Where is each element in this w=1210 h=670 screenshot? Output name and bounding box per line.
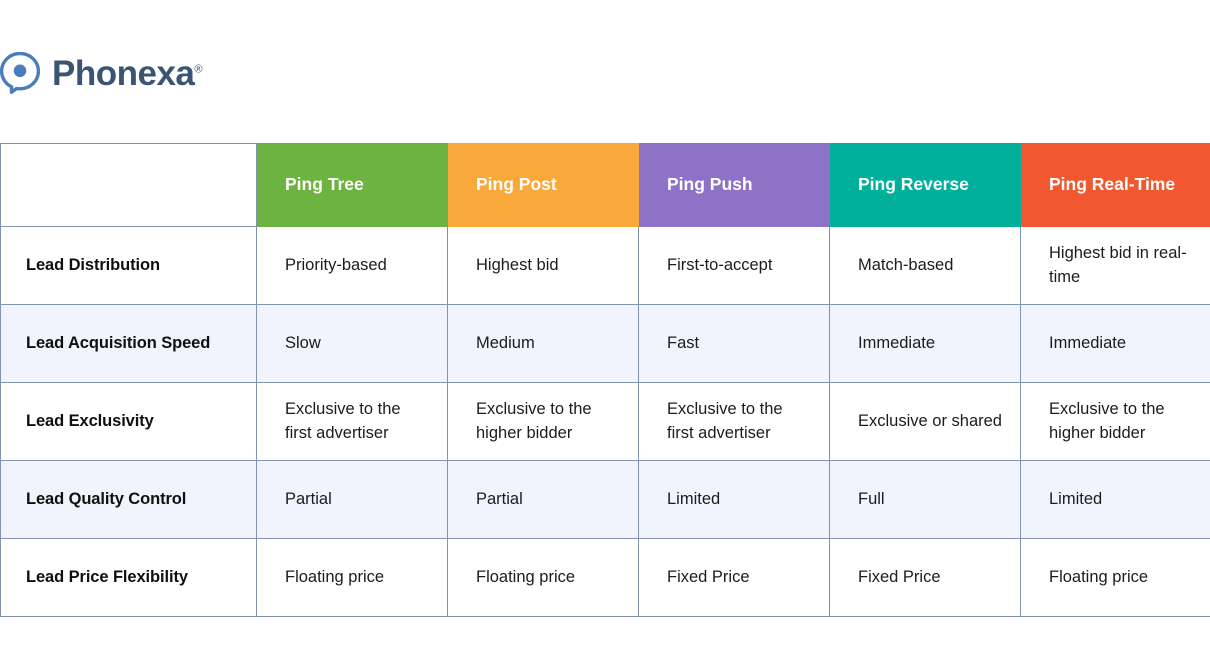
table-row: Lead Price Flexibility Floating price Fl…: [0, 538, 1210, 617]
cell-lead-acquisition-speed-ping-reverse: Immediate: [829, 304, 1021, 383]
corner-header-cell: [0, 143, 257, 227]
table-header: Ping Tree Ping Post Ping Push Ping Rever…: [0, 143, 1210, 227]
cell-lead-distribution-ping-tree: Priority-based: [256, 226, 448, 305]
cell-lead-acquisition-speed-ping-push: Fast: [638, 304, 830, 383]
brand-logo: Phonexa®: [0, 46, 203, 100]
cell-lead-acquisition-speed-ping-real-time: Immediate: [1020, 304, 1210, 383]
table-row: Lead Distribution Priority-based Highest…: [0, 226, 1210, 305]
column-header-ping-push: Ping Push: [638, 143, 830, 227]
comparison-table-container: Ping Tree Ping Post Ping Push Ping Rever…: [0, 143, 1210, 617]
cell-lead-exclusivity-ping-push: Exclusive to the first advertiser: [638, 382, 830, 461]
cell-lead-exclusivity-ping-post: Exclusive to the higher bidder: [447, 382, 639, 461]
cell-lead-quality-control-ping-tree: Partial: [256, 460, 448, 539]
row-label-lead-price-flexibility: Lead Price Flexibility: [0, 538, 257, 617]
column-header-ping-post: Ping Post: [447, 143, 639, 227]
cell-lead-price-flexibility-ping-reverse: Fixed Price: [829, 538, 1021, 617]
table-body: Lead Distribution Priority-based Highest…: [0, 226, 1210, 617]
ping-types-comparison-table: Ping Tree Ping Post Ping Push Ping Rever…: [0, 143, 1210, 617]
cell-lead-distribution-ping-real-time: Highest bid in real-time: [1020, 226, 1210, 305]
cell-lead-acquisition-speed-ping-tree: Slow: [256, 304, 448, 383]
brand-name: Phonexa: [52, 53, 195, 93]
table-row: Lead Quality Control Partial Partial Lim…: [0, 460, 1210, 539]
cell-lead-exclusivity-ping-real-time: Exclusive to the higher bidder: [1020, 382, 1210, 461]
column-header-ping-tree: Ping Tree: [256, 143, 448, 227]
cell-lead-distribution-ping-push: First-to-accept: [638, 226, 830, 305]
cell-lead-acquisition-speed-ping-post: Medium: [447, 304, 639, 383]
table-row: Lead Acquisition Speed Slow Medium Fast …: [0, 304, 1210, 383]
brand-wordmark: Phonexa®: [52, 56, 203, 91]
cell-lead-distribution-ping-reverse: Match-based: [829, 226, 1021, 305]
phonexa-pin-icon: [0, 52, 40, 94]
cell-lead-exclusivity-ping-tree: Exclusive to the first advertiser: [256, 382, 448, 461]
column-header-ping-real-time: Ping Real-Time: [1020, 143, 1210, 227]
table-header-row: Ping Tree Ping Post Ping Push Ping Rever…: [0, 143, 1210, 227]
row-label-lead-exclusivity: Lead Exclusivity: [0, 382, 257, 461]
cell-lead-price-flexibility-ping-tree: Floating price: [256, 538, 448, 617]
cell-lead-quality-control-ping-real-time: Limited: [1020, 460, 1210, 539]
row-label-lead-distribution: Lead Distribution: [0, 226, 257, 305]
cell-lead-quality-control-ping-reverse: Full: [829, 460, 1021, 539]
cell-lead-exclusivity-ping-reverse: Exclusive or shared: [829, 382, 1021, 461]
cell-lead-quality-control-ping-post: Partial: [447, 460, 639, 539]
cell-lead-price-flexibility-ping-push: Fixed Price: [638, 538, 830, 617]
table-row: Lead Exclusivity Exclusive to the first …: [0, 382, 1210, 461]
row-label-lead-acquisition-speed: Lead Acquisition Speed: [0, 304, 257, 383]
cell-lead-price-flexibility-ping-real-time: Floating price: [1020, 538, 1210, 617]
column-header-ping-reverse: Ping Reverse: [829, 143, 1021, 227]
registered-trademark-symbol: ®: [194, 62, 203, 75]
cell-lead-price-flexibility-ping-post: Floating price: [447, 538, 639, 617]
cell-lead-quality-control-ping-push: Limited: [638, 460, 830, 539]
cell-lead-distribution-ping-post: Highest bid: [447, 226, 639, 305]
row-label-lead-quality-control: Lead Quality Control: [0, 460, 257, 539]
